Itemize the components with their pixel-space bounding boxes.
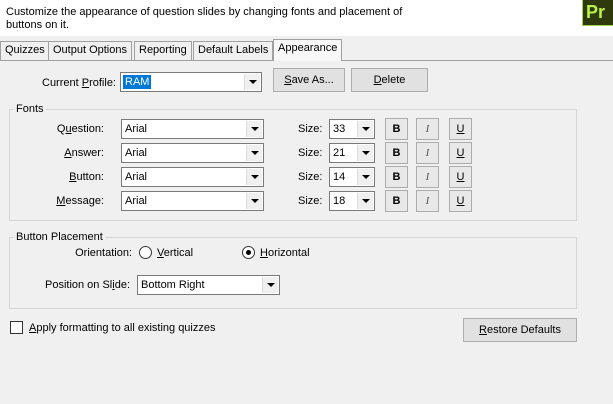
orientation-vertical-label[interactable]: Vertical <box>157 246 193 260</box>
question-font-dropdown[interactable]: Arial <box>121 119 264 139</box>
message-font-dropdown[interactable]: Arial <box>121 191 264 211</box>
question-size-dropdown[interactable]: 33 <box>329 119 375 139</box>
chevron-down-icon[interactable] <box>246 145 262 161</box>
question-bold-button[interactable]: B <box>385 118 408 140</box>
button-bold-button[interactable]: B <box>385 166 408 188</box>
orientation-horizontal-radio[interactable] <box>242 246 255 259</box>
restore-defaults-button[interactable]: Restore Defaults <box>463 318 577 342</box>
question-italic-button[interactable]: I <box>416 118 439 140</box>
chevron-down-icon[interactable] <box>246 193 262 209</box>
answer-underline-button[interactable]: U <box>449 142 472 164</box>
button-font-label: Button: <box>69 171 104 183</box>
chevron-down-icon[interactable] <box>357 169 373 185</box>
tab-appearance[interactable]: Appearance <box>273 39 343 61</box>
position-on-slide-value: Bottom Right <box>141 279 205 291</box>
answer-size-dropdown[interactable]: 21 <box>329 143 375 163</box>
button-font-value: Arial <box>125 171 148 183</box>
header-description: Customize the appearance of question sli… <box>6 6 403 31</box>
chevron-down-icon[interactable] <box>357 193 373 209</box>
message-size-label: Size: <box>298 195 323 207</box>
message-bold-button[interactable]: B <box>385 190 408 212</box>
question-underline-button[interactable]: U <box>449 118 472 140</box>
save-as-button[interactable]: Save As... <box>273 68 345 92</box>
apply-formatting-label[interactable]: Apply formatting to all existing quizzes <box>29 321 216 335</box>
message-font-value: Arial <box>125 195 148 207</box>
button-size-dropdown[interactable]: 14 <box>329 167 375 187</box>
question-font-value: Arial <box>125 123 148 135</box>
tab-output-options[interactable]: Output Options <box>48 41 132 60</box>
tab-quizzes[interactable]: Quizzes <box>0 41 50 60</box>
header-panel: Customize the appearance of question sli… <box>0 0 613 36</box>
message-size-value: 18 <box>333 195 346 207</box>
current-profile-label: Current Profile: <box>42 77 116 89</box>
app-logo: Pr <box>582 0 613 26</box>
question-size-label: Size: <box>298 123 323 135</box>
chevron-down-icon[interactable] <box>244 74 260 90</box>
answer-bold-button[interactable]: B <box>385 142 408 164</box>
current-profile-value: RAM <box>123 75 152 89</box>
question-size-value: 33 <box>333 123 346 135</box>
answer-font-dropdown[interactable]: Arial <box>121 143 264 163</box>
current-profile-dropdown[interactable]: RAM <box>120 72 262 92</box>
chevron-down-icon[interactable] <box>357 121 373 137</box>
button-size-value: 14 <box>333 171 346 183</box>
orientation-vertical-radio[interactable] <box>139 246 152 259</box>
answer-font-label: Answer: <box>64 147 104 159</box>
chevron-down-icon[interactable] <box>246 121 262 137</box>
question-font-label: Question: <box>56 123 104 135</box>
message-size-dropdown[interactable]: 18 <box>329 191 375 211</box>
fonts-group-title: Fonts <box>14 103 46 115</box>
orientation-label: Orientation: <box>75 247 132 259</box>
answer-italic-button[interactable]: I <box>416 142 439 164</box>
apply-formatting-checkbox[interactable] <box>10 321 23 334</box>
position-on-slide-label: Position on Slide: <box>44 279 130 291</box>
answer-size-value: 21 <box>333 147 346 159</box>
button-font-dropdown[interactable]: Arial <box>121 167 264 187</box>
button-underline-button[interactable]: U <box>449 166 472 188</box>
tab-default-labels[interactable]: Default Labels <box>193 41 274 60</box>
chevron-down-icon[interactable] <box>262 277 278 293</box>
button-italic-button[interactable]: I <box>416 166 439 188</box>
button-placement-group-title: Button Placement <box>14 231 105 243</box>
message-font-label: Message: <box>56 195 104 207</box>
chevron-down-icon[interactable] <box>246 169 262 185</box>
message-underline-button[interactable]: U <box>449 190 472 212</box>
position-on-slide-dropdown[interactable]: Bottom Right <box>137 275 280 295</box>
orientation-horizontal-label[interactable]: Horizontal <box>260 246 310 260</box>
tab-strip: Quizzes Output Options Reporting Default… <box>0 39 613 61</box>
message-italic-button[interactable]: I <box>416 190 439 212</box>
button-size-label: Size: <box>298 171 323 183</box>
answer-font-value: Arial <box>125 147 148 159</box>
answer-size-label: Size: <box>298 147 323 159</box>
chevron-down-icon[interactable] <box>357 145 373 161</box>
delete-button[interactable]: Delete <box>351 68 428 92</box>
tab-reporting[interactable]: Reporting <box>134 41 192 60</box>
